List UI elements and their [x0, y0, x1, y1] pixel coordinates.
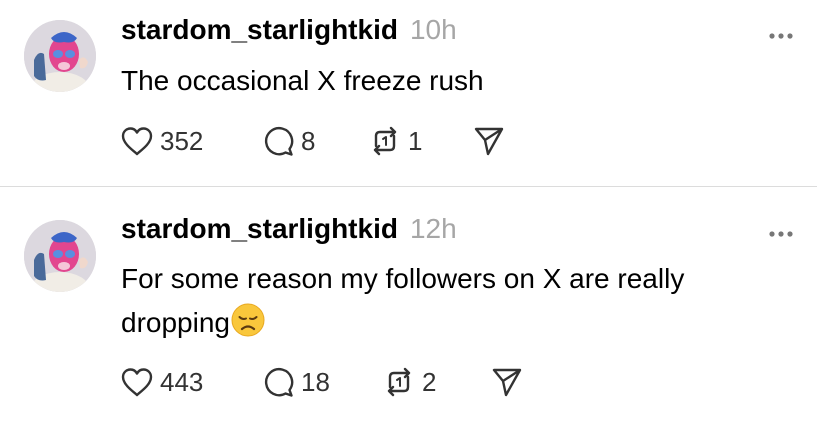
repost-icon	[373, 126, 397, 156]
repost-button[interactable]: 1	[368, 121, 422, 161]
like-button[interactable]: 443	[120, 362, 203, 402]
username[interactable]: stardom_starlightkid	[121, 14, 398, 46]
post-text-content: The occasional X freeze rush	[121, 65, 484, 96]
reply-button[interactable]: 18	[261, 362, 330, 402]
like-button[interactable]: 352	[120, 121, 203, 161]
repost-button[interactable]: 2	[382, 362, 436, 402]
timestamp: 12h	[409, 213, 457, 244]
ellipsis-icon[interactable]	[762, 26, 800, 46]
reply-button[interactable]: 8	[261, 121, 315, 161]
username[interactable]: stardom_starlightkid	[121, 213, 398, 245]
like-count: 352	[160, 125, 204, 156]
ellipsis-icon[interactable]	[762, 224, 800, 244]
timestamp: 10h	[409, 14, 457, 45]
post-text: For some reason my followers on X are re…	[121, 257, 751, 345]
post-header: stardom_starlightkid 12h	[121, 213, 457, 253]
post-header: stardom_starlightkid 10h	[121, 14, 457, 54]
like-count: 443	[160, 366, 204, 397]
send-icon	[492, 368, 522, 397]
share-button[interactable]	[490, 362, 524, 402]
comment-icon	[264, 126, 294, 156]
reply-count: 8	[301, 125, 316, 156]
heart-icon	[121, 127, 153, 156]
post-text: The occasional X freeze rush	[121, 59, 781, 103]
avatar[interactable]	[24, 220, 96, 292]
repost-count: 1	[408, 125, 423, 156]
post-text-content: For some reason my followers on X are re…	[121, 263, 685, 338]
send-icon	[474, 127, 504, 156]
disappointed-face-icon	[231, 303, 265, 337]
share-button[interactable]	[472, 121, 506, 161]
repost-count: 2	[422, 366, 437, 397]
avatar[interactable]	[24, 20, 96, 92]
avatar-image	[24, 20, 96, 92]
reply-count: 18	[301, 366, 330, 397]
avatar-image	[24, 220, 96, 292]
post-2[interactable]: stardom_starlightkid 12h For some reason…	[0, 187, 817, 424]
post-1[interactable]: stardom_starlightkid 10h The occasional …	[0, 0, 817, 186]
comment-icon	[264, 367, 294, 397]
repost-icon	[387, 367, 411, 397]
heart-icon	[121, 368, 153, 397]
